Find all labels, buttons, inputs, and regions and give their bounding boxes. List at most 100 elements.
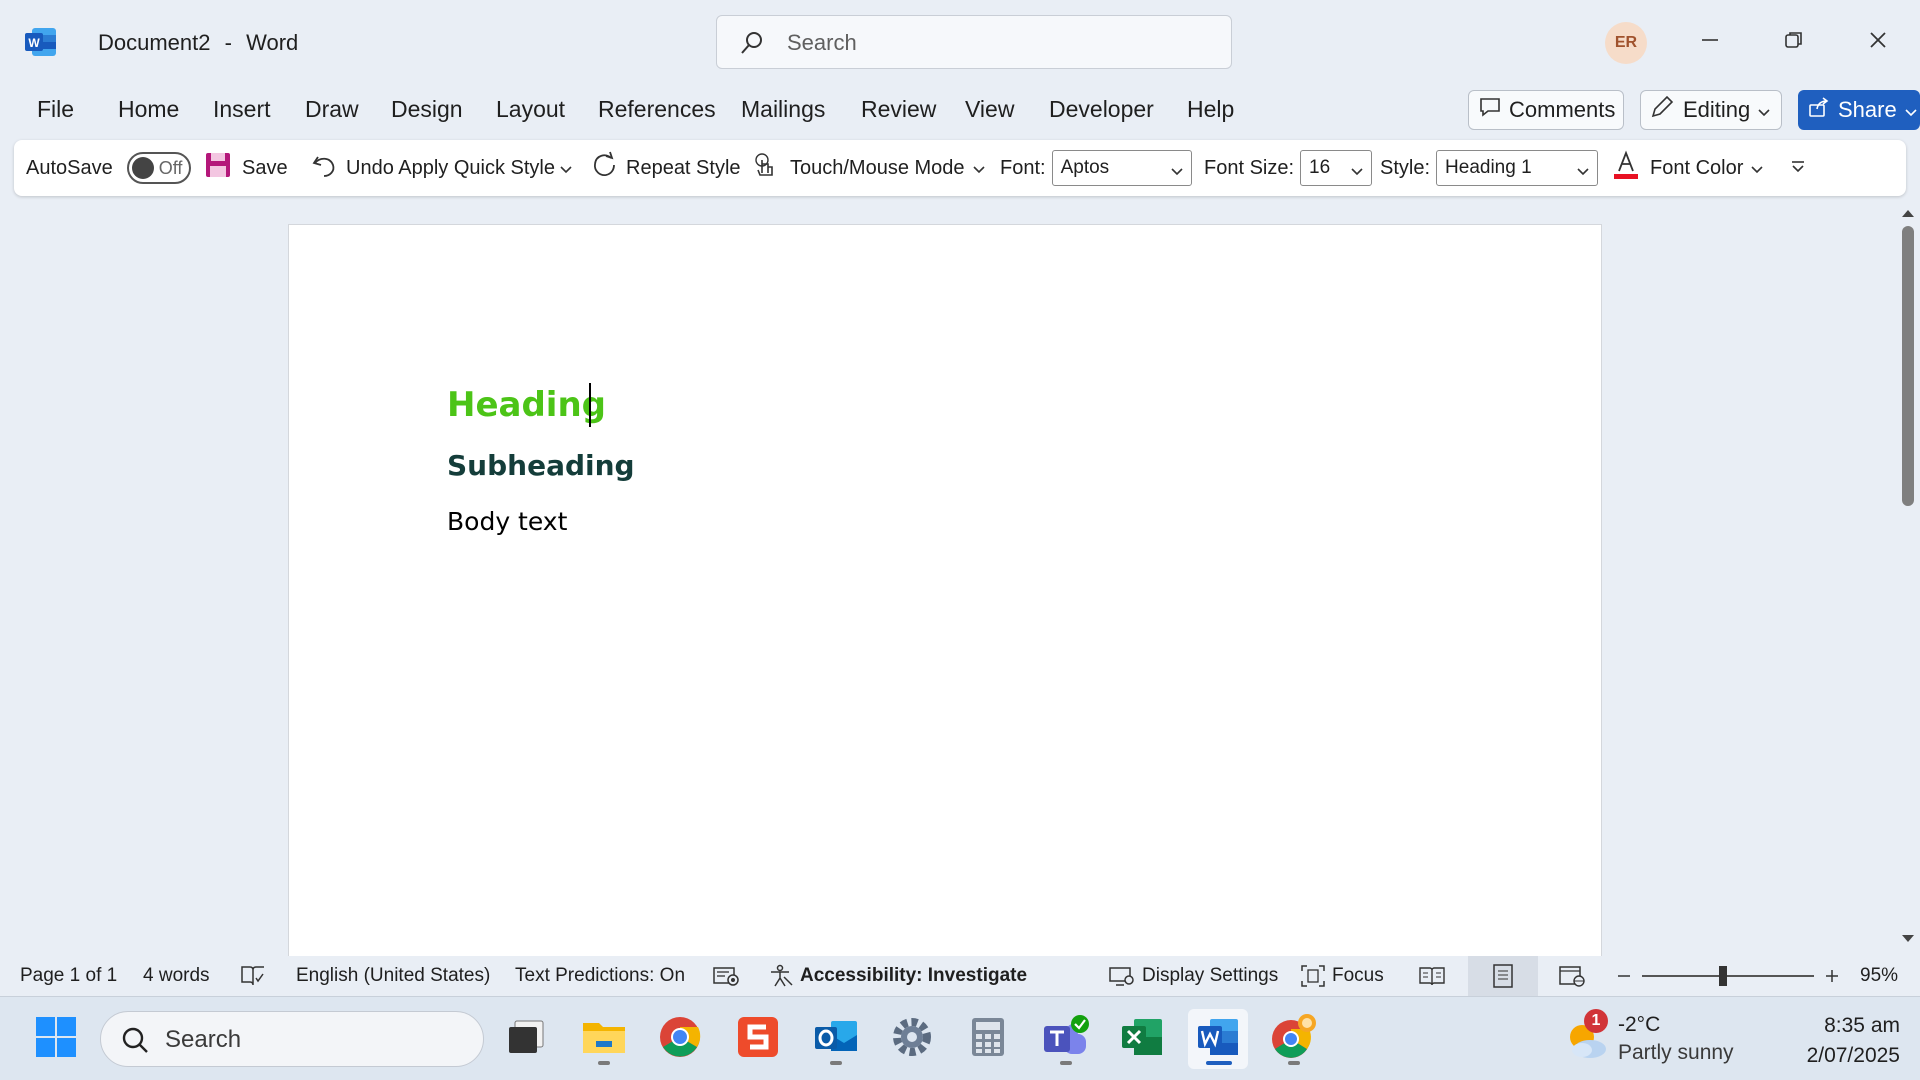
weather-widget[interactable]: 1 -2°C Partly sunny	[1562, 1009, 1772, 1071]
tab-file[interactable]: File	[37, 96, 74, 123]
teams-icon	[1040, 1014, 1092, 1065]
focus-mode-button[interactable]: Focus	[1300, 956, 1384, 996]
folder-icon	[581, 1017, 627, 1062]
restore-button[interactable]	[1764, 18, 1824, 66]
user-avatar[interactable]: ER	[1605, 22, 1647, 64]
taskbar-word[interactable]	[1188, 1009, 1248, 1069]
comments-label: Comments	[1509, 97, 1616, 122]
zoom-in-button[interactable]	[1824, 956, 1840, 996]
proofing-book-icon[interactable]	[240, 956, 266, 996]
taskbar-teams[interactable]	[1036, 1009, 1096, 1069]
scroll-down-arrow-icon[interactable]	[1900, 932, 1916, 950]
autosave-control[interactable]: AutoSave Off	[26, 140, 191, 196]
web-layout-icon[interactable]	[1558, 956, 1586, 996]
scroll-up-arrow-icon[interactable]	[1900, 206, 1916, 224]
undo-label: Undo Apply Quick Style	[346, 156, 555, 179]
chrome-profile-icon	[1269, 1013, 1319, 1066]
repeat-label: Repeat Style	[626, 156, 741, 179]
share-chevron-icon[interactable]	[1905, 97, 1917, 123]
tab-developer[interactable]: Developer	[1049, 96, 1154, 123]
print-layout-icon[interactable]	[1468, 956, 1538, 996]
zoom-level[interactable]: 95%	[1860, 956, 1898, 996]
body-text[interactable]: Body text	[447, 507, 567, 536]
title-search-box[interactable]: Search	[716, 15, 1232, 69]
scroll-thumb[interactable]	[1902, 226, 1914, 506]
tab-help[interactable]: Help	[1187, 96, 1234, 123]
font-dropdown[interactable]: Aptos	[1051, 150, 1192, 186]
taskbar-chrome[interactable]	[650, 1009, 710, 1069]
search-icon	[739, 30, 765, 56]
read-mode-icon[interactable]	[1418, 956, 1446, 996]
taskbar-task-view[interactable]	[496, 1009, 556, 1069]
accessibility-checker[interactable]: Accessibility: Investigate	[768, 956, 1027, 996]
save-button[interactable]: Save	[204, 140, 288, 196]
customize-toolbar-button[interactable]	[1790, 140, 1806, 196]
font-size-dropdown[interactable]: 16	[1300, 150, 1373, 186]
subheading-text[interactable]: Subheading	[447, 449, 635, 482]
taskbar-settings[interactable]	[882, 1009, 942, 1069]
minimize-icon	[1700, 30, 1720, 55]
touch-mode-label: Touch/Mouse Mode	[790, 156, 965, 179]
document-page[interactable]: Heading Subheading Body text	[288, 224, 1602, 964]
undo-button[interactable]: Undo Apply Quick Style	[310, 140, 555, 196]
style-dropdown[interactable]: Heading 1	[1436, 150, 1599, 186]
overflow-chevron-icon	[1790, 157, 1806, 180]
language-indicator[interactable]: English (United States)	[296, 956, 490, 996]
save-label: Save	[242, 156, 288, 179]
undo-dropdown-button[interactable]	[560, 140, 572, 196]
svg-text:W: W	[28, 36, 40, 50]
start-button[interactable]	[26, 1009, 86, 1069]
touch-mouse-mode-button[interactable]: Touch/Mouse Mode	[752, 140, 985, 196]
zoom-out-button[interactable]	[1616, 956, 1632, 996]
comments-button[interactable]: Comments	[1468, 90, 1624, 130]
chrome-icon	[658, 1015, 702, 1064]
vertical-scrollbar[interactable]	[1896, 204, 1920, 956]
windows-logo-icon	[35, 1016, 77, 1063]
toggle-knob	[131, 157, 154, 179]
taskbar-file-explorer[interactable]	[574, 1009, 634, 1069]
page-count[interactable]: Page 1 of 1	[20, 956, 117, 996]
taskbar-search[interactable]: Search	[100, 1011, 484, 1067]
word-app-icon[interactable]: W	[24, 26, 58, 58]
tab-insert[interactable]: Insert	[213, 96, 271, 123]
word-count[interactable]: 4 words	[143, 956, 210, 996]
taskbar-excel[interactable]	[1112, 1009, 1172, 1069]
share-button[interactable]: Share	[1798, 90, 1920, 130]
heading-text[interactable]: Heading	[447, 385, 606, 425]
autosave-state: Off	[158, 158, 183, 178]
text-predictions-status[interactable]: Text Predictions: On	[515, 956, 685, 996]
save-icon	[204, 151, 232, 185]
display-settings-icon	[1108, 964, 1136, 988]
tab-view[interactable]: View	[965, 96, 1014, 123]
taskbar-calculator[interactable]	[958, 1009, 1018, 1069]
tab-mailings[interactable]: Mailings	[741, 96, 825, 123]
tab-design[interactable]: Design	[391, 96, 463, 123]
system-clock[interactable]: 8:35 am 2/07/2025	[1760, 1011, 1900, 1071]
tab-layout[interactable]: Layout	[496, 96, 565, 123]
track-changes-icon[interactable]	[712, 956, 740, 996]
close-button[interactable]	[1848, 18, 1908, 66]
zoom-slider-track[interactable]	[1642, 975, 1814, 977]
tab-review[interactable]: Review	[861, 96, 936, 123]
taskbar-search-placeholder: Search	[165, 1026, 242, 1053]
editing-mode-button[interactable]: Editing	[1640, 90, 1782, 130]
snagit-icon	[736, 1015, 780, 1064]
tab-draw[interactable]: Draw	[305, 96, 359, 123]
style-label: Style:	[1380, 156, 1431, 179]
font-color-button[interactable]: Font Color	[1612, 140, 1763, 196]
repeat-button[interactable]: Repeat Style	[590, 140, 741, 196]
autosave-toggle[interactable]: Off	[126, 152, 191, 184]
taskbar-outlook[interactable]	[806, 1009, 866, 1069]
display-settings-button[interactable]: Display Settings	[1108, 956, 1278, 996]
accessibility-icon	[768, 964, 794, 988]
taskbar-snagit[interactable]	[728, 1009, 788, 1069]
taskbar-chrome-profile[interactable]	[1264, 1009, 1324, 1069]
minimize-button[interactable]	[1680, 18, 1740, 66]
tab-references[interactable]: References	[598, 96, 716, 123]
restore-icon	[1784, 30, 1804, 55]
zoom-slider-thumb[interactable]	[1719, 966, 1728, 986]
chevron-down-icon	[1758, 97, 1770, 123]
tab-home[interactable]: Home	[118, 96, 179, 123]
active-indicator	[1206, 1061, 1232, 1065]
chevron-down-icon	[972, 157, 985, 180]
